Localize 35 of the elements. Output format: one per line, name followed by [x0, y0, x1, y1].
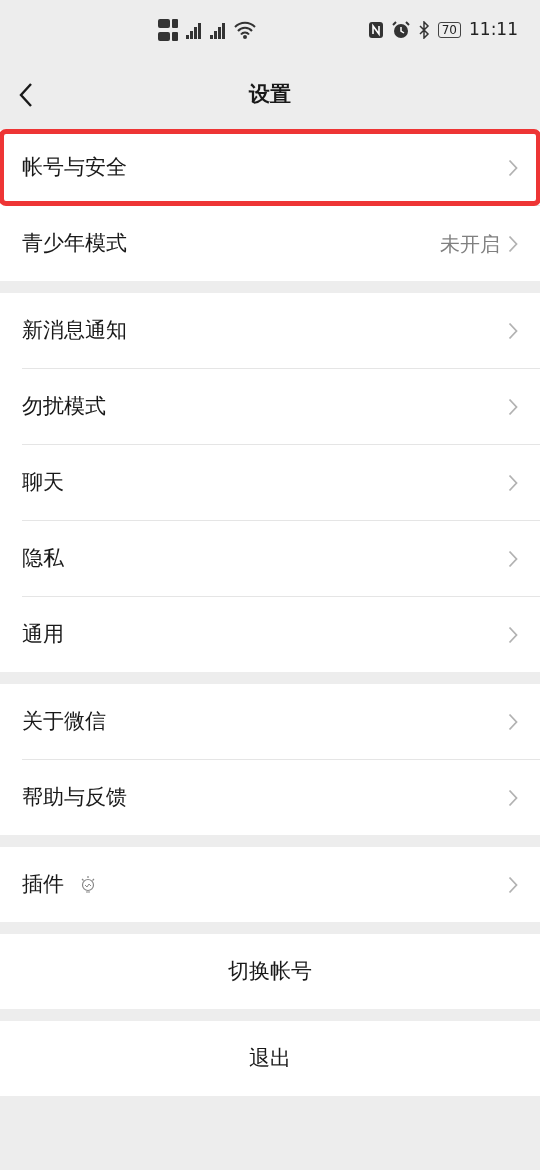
settings-item[interactable]: 帐号与安全 [0, 130, 540, 205]
chevron-icon [508, 158, 518, 177]
item-label: 隐私 [22, 544, 64, 572]
chevron-icon [508, 397, 518, 416]
item-label: 帮助与反馈 [22, 783, 127, 811]
chevron-icon [508, 712, 518, 731]
bluetooth-icon [417, 21, 430, 39]
item-label: 新消息通知 [22, 316, 127, 344]
item-label: 帐号与安全 [22, 153, 127, 181]
item-label: 关于微信 [22, 707, 106, 735]
alarm-icon [391, 21, 410, 39]
chevron-icon [508, 234, 518, 253]
chevron-icon [508, 549, 518, 568]
item-value: 未开启 [440, 230, 500, 258]
chevron-icon [508, 321, 518, 340]
page-title: 设置 [249, 81, 291, 109]
item-label: 通用 [22, 620, 64, 648]
lightbulb-icon [80, 875, 96, 894]
battery-indicator: 70 [437, 22, 461, 38]
wifi-icon [234, 21, 256, 39]
item-label: 插件 [22, 870, 64, 898]
status-time: 11:11 [469, 18, 518, 42]
action-button[interactable]: 切换帐号 [0, 934, 540, 1009]
chevron-icon [508, 473, 518, 492]
action-button[interactable]: 退出 [0, 1021, 540, 1096]
chevron-icon [508, 625, 518, 644]
chevron-icon [508, 788, 518, 807]
back-button[interactable] [18, 82, 34, 108]
signal-icon [210, 21, 226, 39]
item-label: 聊天 [22, 468, 64, 496]
item-label: 青少年模式 [22, 229, 127, 257]
nfc-icon [367, 21, 384, 39]
item-label: 勿扰模式 [22, 392, 106, 420]
signal-icon [186, 21, 202, 39]
chevron-icon [508, 875, 518, 894]
